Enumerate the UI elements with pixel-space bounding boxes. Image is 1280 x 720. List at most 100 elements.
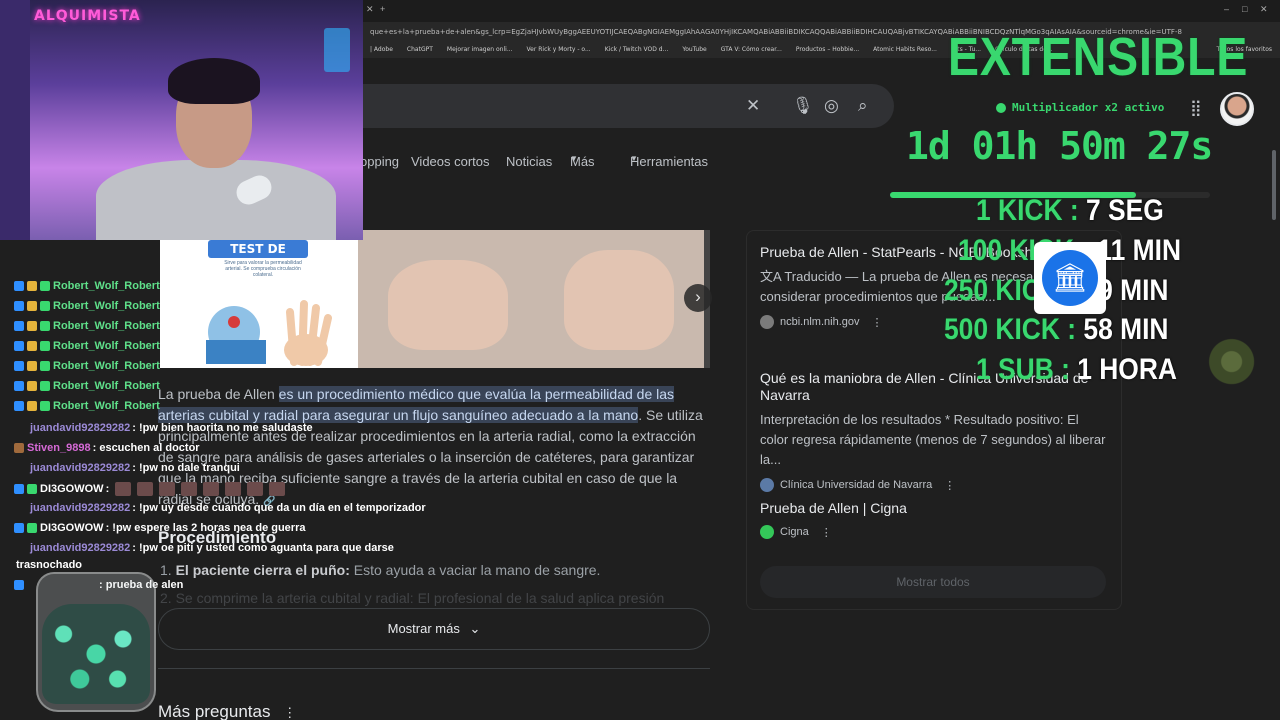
result-source-name: Clínica Universidad de Navarra [780,479,933,491]
test-card-subtitle: Sirve para valorar la permeabilidad arte… [224,260,302,278]
hand-image[interactable] [358,230,538,368]
bookmark-item[interactable]: Atomic Habits Reso... [873,46,937,58]
bookmark-item[interactable]: YouTube [682,46,706,58]
chat-message: juandavid92829282: !pw oe piti y usted c… [14,542,394,554]
chat-username: Robert_Wolf_Robert [53,400,160,412]
bookmark-item[interactable]: GTA V: Cómo crear... [721,46,782,58]
bookmark-item[interactable]: Ver Rick y Morty - o... [527,46,591,58]
chat-text: : !pw oe piti y usted como aguanta para … [132,542,394,554]
chat-message: Robert_Wolf_Robert [14,380,160,392]
scrollbar[interactable] [1272,150,1276,220]
tip-jar [36,572,156,712]
close-window-icon[interactable]: ✕ [1260,4,1268,15]
rate-line: 1 KICK : 7 SEG [976,194,1164,228]
more-questions-heading: Más preguntas ⋮ [158,702,296,720]
maximize-icon[interactable]: □ [1242,4,1247,14]
museum-icon: 🏛 [1042,250,1098,306]
bookmark-item[interactable]: Mejorar imagen onli... [447,46,513,58]
bookmark-item[interactable]: Kick / Twitch VOD d... [605,46,669,58]
chat-username: Stiven_9898 [27,442,91,454]
neon-sign: ALQUIMISTA [34,8,141,24]
chevron-down-icon: ⌄ [469,621,481,636]
chat-username: Robert_Wolf_Robert [53,300,160,312]
chat-text: : !pw uy desde cuando que da un día en e… [132,502,426,514]
chat-text: trasnochado [16,559,83,571]
result-card[interactable]: Qué es la maniobra de Allen - Clínica Un… [760,370,1110,492]
chat-username: Robert_Wolf_Robert [53,340,160,352]
chat-message: Stiven_9898: escuchen al doctor [14,442,200,454]
chat-message: Robert_Wolf_Robert [14,300,160,312]
minimize-icon[interactable]: – [1224,4,1229,14]
divider [158,668,710,669]
microphone-icon[interactable]: 🎙 [792,96,814,116]
exit-sign-icon [324,28,350,72]
chat-text: : escuchen al doctor [92,442,200,454]
tab-short-videos[interactable]: Videos cortos [411,154,490,169]
chat-message: DI3GOWOW: [14,482,289,496]
step-text: Se comprime la arteria cubital y radial:… [175,590,665,606]
close-tab-icon[interactable]: ✕ [366,4,374,15]
hand-image[interactable] [538,230,704,368]
rate-value: 1 HORA [1077,353,1177,386]
chat-message: Robert_Wolf_Robert [14,280,160,292]
step-text: Esto ayuda a vaciar la mano de sangre. [349,562,601,578]
streamer-body [96,160,336,240]
chat-text: : !pw no dale tranqui [132,462,240,474]
result-source: Cigna ⋮ [760,525,1110,539]
cigna-favicon-icon [760,525,774,539]
streamer-hair [168,58,260,104]
clear-icon[interactable]: ✕ [746,96,760,116]
more-options-icon[interactable]: ⋮ [821,526,832,539]
bookmark-item[interactable]: | Adobe [370,46,393,58]
more-questions-label: Más preguntas [158,702,271,720]
bookmark-item[interactable]: Productos – Hobbie... [796,46,859,58]
knowledge-panel-thumbnail[interactable]: 🏛 [1034,242,1106,314]
more-options-icon[interactable]: ⋮ [283,705,296,720]
show-more-button[interactable]: Mostrar más ⌄ [158,608,710,650]
next-image-button[interactable]: › [684,284,712,312]
search-icon[interactable]: ⌕ [858,96,868,116]
chat-message-continued: trasnochado [16,559,82,571]
result-source-name: ncbi.nlm.nih.gov [780,316,860,328]
tab-shopping[interactable]: opping [360,154,399,169]
avatar[interactable] [1220,92,1254,126]
show-all-button[interactable]: Mostrar todos [760,566,1106,598]
tab-news[interactable]: Noticias [506,154,552,169]
rate-line: 1 SUB : 1 HORA [976,353,1177,387]
active-dot-icon [996,102,1006,113]
result-card[interactable]: Prueba de Allen | Cigna Cigna ⋮ [760,500,1110,539]
chevron-down-icon: ▼ [630,154,638,163]
multiplier-status: Multiplicador x2 activo [996,101,1164,114]
webcam-feed: ALQUIMISTA [0,0,363,240]
multiplier-label: Multiplicador x2 activo [1012,101,1165,114]
result-description: Interpretación de los resultados * Resul… [760,412,1106,467]
chat-message: Robert_Wolf_Robert [14,400,160,412]
step-bold: El paciente cierra el puño: [175,562,350,578]
jar-contents [42,604,150,704]
new-tab-icon[interactable]: + [380,4,385,14]
chat-username: DI3GOWOW [40,522,104,534]
rate-value: 58 MIN [1083,313,1169,346]
translate-icon: 文A [760,269,785,284]
chat-text: : !pw espere las 2 horas nea de guerra [105,522,306,534]
bookmark-item[interactable]: ChatGPT [407,46,433,58]
rate-value: 7 SEG [1086,194,1164,227]
chat-text: : !pw bien haorita no me saludaste [132,422,313,434]
apps-grid-icon[interactable]: ⣿ [1190,98,1202,118]
chat-message: juandavid92829282: !pw bien haorita no m… [14,422,313,434]
chat-message: DI3GOWOW: !pw espere las 2 horas nea de … [14,522,305,534]
chat-text: : [105,483,110,495]
more-options-icon[interactable]: ⋮ [944,479,955,492]
allen-test-image[interactable]: TEST DE ALLEN Sirve para valorar la perm… [160,240,358,368]
subathon-timer: 1d 01h 50m 27s [906,124,1213,168]
lens-icon[interactable]: ◎ [824,96,839,116]
rate-key: 1 KICK : [976,194,1087,227]
rate-value: 11 MIN [1097,234,1182,267]
test-card-title: TEST DE ALLEN [208,240,308,274]
chat-username: juandavid92829282 [30,542,131,554]
search-input[interactable]: ✕ 🎙 ◎ ⌕ [300,84,894,128]
result-title[interactable]: Prueba de Allen | Cigna [760,500,1110,517]
rate-line: 500 KICK : 58 MIN [944,313,1168,347]
more-options-icon[interactable]: ⋮ [872,316,883,329]
hand-illustration-icon [206,300,332,366]
